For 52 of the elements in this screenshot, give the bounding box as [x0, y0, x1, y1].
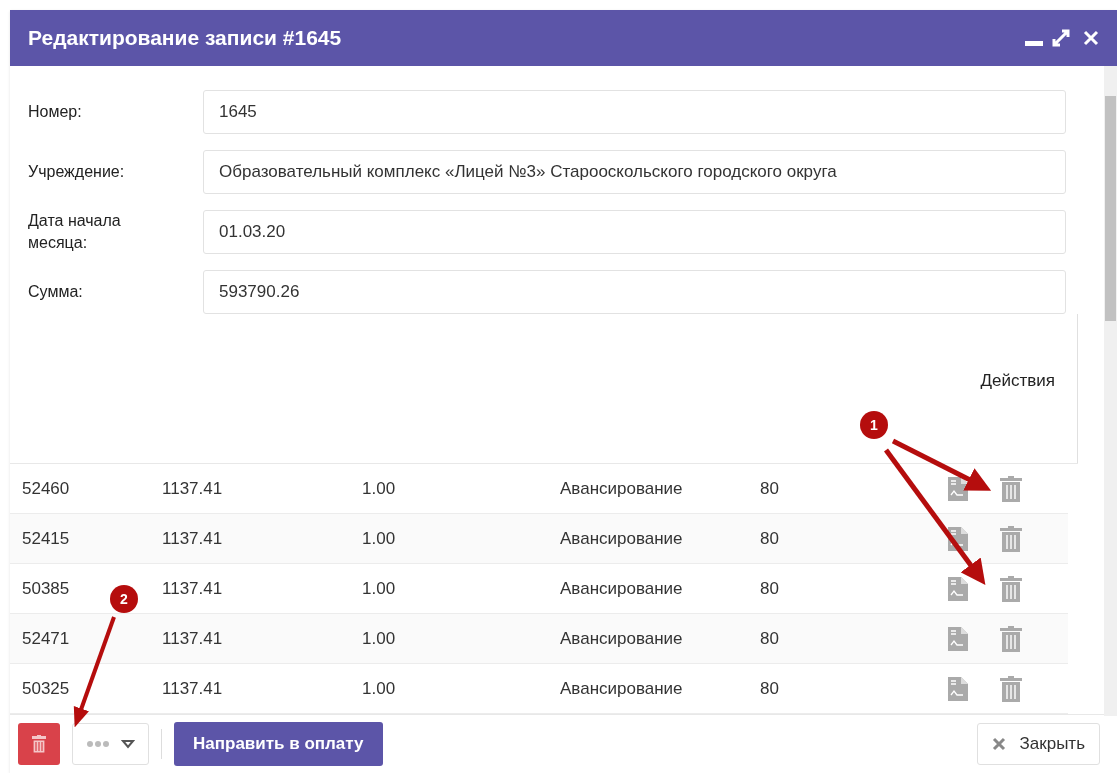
delete-button[interactable] — [18, 723, 60, 765]
table-cell: 1137.41 — [162, 578, 223, 598]
table-cell: Авансирование — [560, 528, 683, 548]
trash-icon[interactable] — [1000, 525, 1022, 552]
table-cell: 1137.41 — [162, 628, 223, 648]
table-cell: 80 — [760, 528, 779, 548]
table-cell: 1.00 — [362, 678, 396, 698]
input-field[interactable]: Образовательный комплекс «Лицей №3» Старооскольского городского округа — [203, 150, 1066, 194]
table-cell: Авансирование — [560, 578, 683, 598]
table-cell: 1.00 — [362, 628, 396, 648]
input-field[interactable]: 01.03.20 — [203, 210, 1066, 254]
table-cell: 80 — [760, 478, 779, 498]
field-label: Дата начала месяца: — [28, 211, 122, 253]
table-cell: 52415 — [22, 528, 70, 548]
field-label: Сумма: — [28, 282, 84, 302]
trash-icon[interactable] — [1000, 575, 1022, 602]
trash-icon[interactable] — [1000, 475, 1022, 502]
table-cell: 50385 — [22, 578, 70, 598]
table-cell: 80 — [760, 578, 779, 598]
table-cell: 50325 — [22, 678, 70, 698]
minimize-icon[interactable] — [1025, 41, 1043, 47]
table-cell: 52471 — [22, 628, 70, 648]
more-menu-button[interactable] — [72, 723, 149, 765]
close-icon[interactable] — [1083, 30, 1099, 46]
table-cell: 80 — [760, 678, 779, 698]
field-label: Номер: — [28, 102, 83, 122]
column-header: Действия — [980, 369, 1055, 392]
scrollbar[interactable] — [1104, 66, 1117, 716]
close-icon — [991, 737, 1006, 751]
trash-icon — [32, 735, 46, 753]
input-field[interactable]: 1645 — [203, 90, 1066, 134]
table-cell: 1137.41 — [162, 478, 223, 498]
table-cell: 80 — [760, 628, 779, 648]
table-cell: Авансирование — [560, 678, 683, 698]
table-cell: 1137.41 — [162, 528, 223, 548]
table-cell: 1137.41 — [162, 678, 223, 698]
input-field[interactable]: 593790.26 — [203, 270, 1066, 314]
dots-icon — [86, 741, 109, 747]
field-label: Учреждение: — [28, 162, 126, 182]
table-cell: Авансирование — [560, 628, 683, 648]
table-cell: 1.00 — [362, 478, 396, 498]
table-cell: 1.00 — [362, 528, 396, 548]
caret-icon — [120, 739, 135, 749]
trash-icon[interactable] — [1000, 675, 1022, 702]
close-button[interactable]: Закрыть — [976, 723, 1100, 765]
table-cell: Авансирование — [560, 478, 683, 498]
send-to-payment-button[interactable]: Направить в оплату — [174, 722, 383, 766]
window-title: Редактирование записи #1645 — [28, 25, 343, 52]
table-cell: 1.00 — [362, 578, 396, 598]
expand-icon[interactable] — [1051, 28, 1071, 48]
table-cell: 52460 — [22, 478, 70, 498]
trash-icon[interactable] — [1000, 625, 1022, 652]
